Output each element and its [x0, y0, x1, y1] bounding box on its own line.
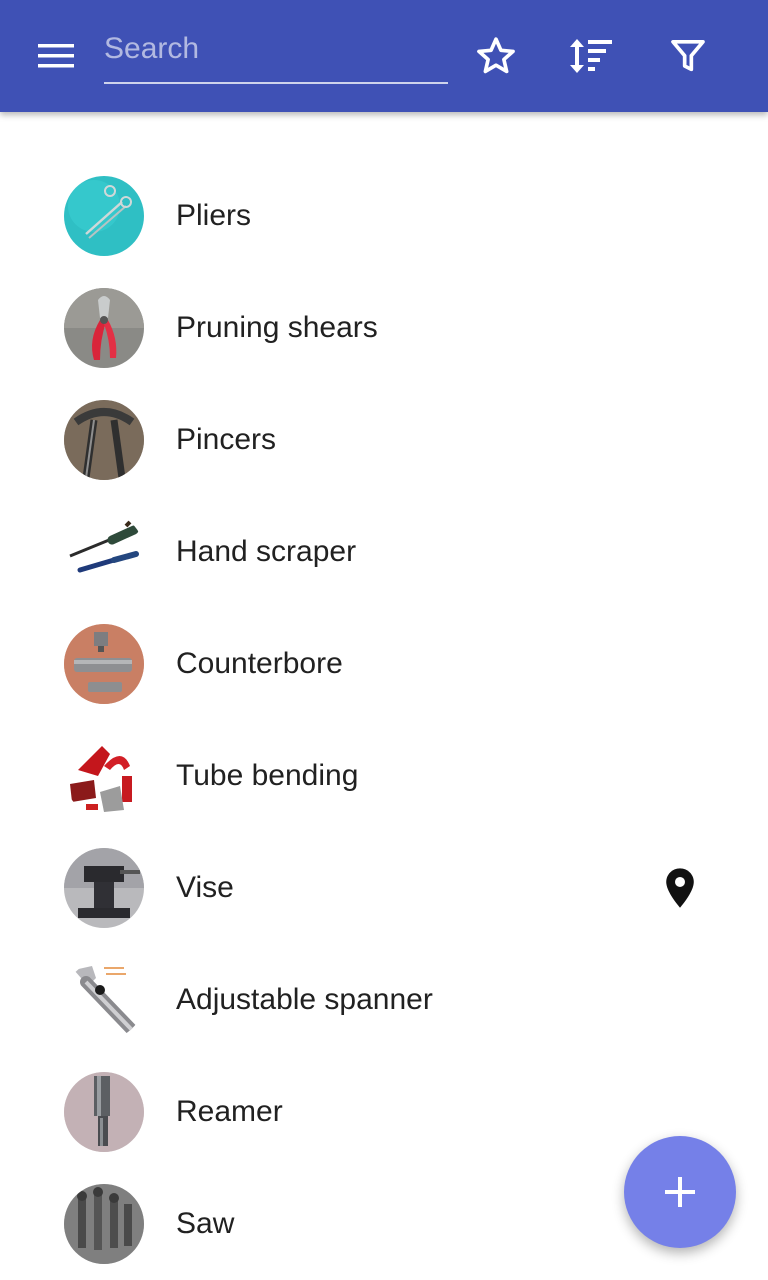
list-item-label: Adjustable spanner	[176, 983, 433, 1016]
filter-button[interactable]	[660, 28, 716, 84]
list-item-label: Hand scraper	[176, 535, 357, 568]
list-item-label: Counterbore	[176, 647, 343, 680]
list-item[interactable]: Pincers	[0, 384, 768, 496]
hand-scraper-thumbnail	[64, 512, 144, 592]
list-item[interactable]: Pruning shears	[0, 272, 768, 384]
tube-bending-thumbnail	[64, 736, 144, 816]
favorites-button[interactable]	[468, 28, 524, 84]
list-item-label: Vise	[176, 871, 234, 904]
search-input[interactable]	[104, 22, 448, 76]
list-item-label: Reamer	[176, 1095, 283, 1128]
reamer-thumbnail	[64, 1072, 144, 1152]
pliers-thumbnail	[64, 176, 144, 256]
app-bar	[0, 0, 768, 112]
menu-button[interactable]	[24, 28, 88, 84]
list-item[interactable]: Tube bending	[0, 720, 768, 832]
filter-icon	[671, 40, 705, 72]
location-button[interactable]	[660, 860, 700, 916]
tool-list: Pliers Pruning shears Pincers Hand scrap…	[0, 160, 768, 1280]
list-item-label: Saw	[176, 1207, 235, 1240]
saw-thumbnail	[64, 1184, 144, 1264]
list-item[interactable]: Hand scraper	[0, 496, 768, 608]
search-field	[104, 22, 448, 84]
adjustable-spanner-thumbnail	[64, 960, 144, 1040]
list-item-label: Pincers	[176, 423, 277, 456]
vise-thumbnail	[64, 848, 144, 928]
sort-icon	[570, 39, 612, 73]
list-item[interactable]: Adjustable spanner	[0, 944, 768, 1056]
list-item-label: Pliers	[176, 199, 252, 232]
location-pin-icon	[666, 868, 694, 908]
pincers-thumbnail	[64, 400, 144, 480]
pruning-shears-thumbnail	[64, 288, 144, 368]
sort-button[interactable]	[564, 28, 620, 84]
plus-icon	[665, 1177, 695, 1207]
star-outline-icon	[477, 37, 515, 74]
list-item-label: Tube bending	[176, 759, 359, 792]
list-item[interactable]: Counterbore	[0, 608, 768, 720]
list-item[interactable]: Vise	[0, 832, 768, 944]
list-item-label: Pruning shears	[176, 311, 378, 344]
add-button[interactable]	[624, 1136, 736, 1248]
counterbore-thumbnail	[64, 624, 144, 704]
menu-icon	[38, 44, 74, 68]
list-item[interactable]: Pliers	[0, 160, 768, 272]
